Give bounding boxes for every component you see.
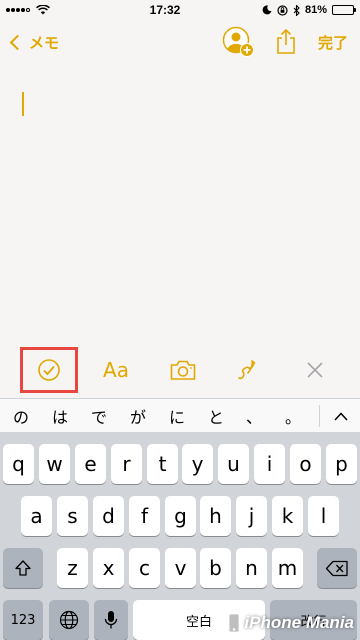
- add-people-button[interactable]: [222, 26, 254, 58]
- shift-key[interactable]: [3, 548, 43, 588]
- watermark: iPhone Mania: [227, 612, 354, 634]
- back-label: メモ: [29, 34, 60, 52]
- format-toolbar: Aa: [0, 342, 360, 398]
- prediction-item[interactable]: 。: [276, 399, 310, 433]
- key-c[interactable]: c: [129, 548, 160, 588]
- key-e[interactable]: e: [75, 444, 106, 484]
- prediction-item[interactable]: は: [43, 399, 77, 433]
- key-f[interactable]: f: [129, 496, 160, 536]
- prediction-item[interactable]: で: [82, 399, 116, 433]
- backspace-icon: [325, 560, 348, 576]
- status-time: 17:32: [149, 3, 181, 17]
- key-u[interactable]: u: [218, 444, 249, 484]
- key-v[interactable]: v: [165, 548, 196, 588]
- keyboard: q w e r t y u i o p a s d f g h j k l z …: [0, 432, 360, 640]
- key-i[interactable]: i: [254, 444, 285, 484]
- back-button[interactable]: メモ: [0, 32, 59, 53]
- globe-key[interactable]: [49, 600, 89, 640]
- status-bar: 17:32 81%: [0, 0, 360, 20]
- prediction-item[interactable]: 、: [237, 399, 271, 433]
- prediction-item[interactable]: の: [4, 399, 38, 433]
- key-r[interactable]: r: [111, 444, 142, 484]
- note-text-area[interactable]: [0, 64, 360, 341]
- key-k[interactable]: k: [272, 496, 303, 536]
- chevron-up-icon: [334, 411, 348, 421]
- key-a[interactable]: a: [21, 496, 52, 536]
- text-cursor: [22, 92, 24, 116]
- key-y[interactable]: y: [182, 444, 213, 484]
- key-w[interactable]: w: [39, 444, 70, 484]
- key-m[interactable]: m: [272, 548, 303, 588]
- prediction-item[interactable]: に: [160, 399, 194, 433]
- wifi-icon: [36, 5, 50, 15]
- rotation-lock-icon: [277, 4, 288, 16]
- sketch-button[interactable]: [225, 348, 269, 392]
- key-h[interactable]: h: [200, 496, 231, 536]
- prediction-divider: [319, 405, 320, 427]
- camera-icon: [170, 360, 196, 380]
- key-o[interactable]: o: [290, 444, 321, 484]
- key-n[interactable]: n: [236, 548, 267, 588]
- prediction-item[interactable]: が: [121, 399, 155, 433]
- checklist-button[interactable]: [27, 348, 71, 392]
- key-z[interactable]: z: [57, 548, 88, 588]
- key-j[interactable]: j: [236, 496, 267, 536]
- expand-predictions-button[interactable]: [324, 399, 358, 433]
- close-toolbar-button[interactable]: [293, 348, 337, 392]
- add-person-icon: [222, 26, 254, 57]
- shift-icon: [15, 560, 31, 576]
- key-q[interactable]: q: [3, 444, 34, 484]
- checklist-icon: [38, 359, 60, 381]
- key-s[interactable]: s: [57, 496, 88, 536]
- share-icon[interactable]: [276, 29, 296, 55]
- phone-logo-icon: [228, 612, 241, 634]
- key-x[interactable]: x: [93, 548, 124, 588]
- prediction-bar: の は で が に と 、 。: [0, 398, 360, 432]
- key-d[interactable]: d: [93, 496, 124, 536]
- chevron-left-icon: [9, 34, 26, 50]
- sketch-icon: [238, 360, 256, 380]
- camera-button[interactable]: [161, 348, 205, 392]
- key-t[interactable]: t: [147, 444, 178, 484]
- signal-icon: [6, 8, 30, 12]
- numbers-key[interactable]: 123: [3, 600, 43, 640]
- moon-icon: [262, 5, 272, 15]
- prediction-item[interactable]: と: [199, 399, 233, 433]
- key-p[interactable]: p: [326, 444, 357, 484]
- delete-key[interactable]: [317, 548, 357, 588]
- globe-icon: [59, 610, 79, 630]
- battery-icon: [331, 5, 356, 15]
- dictation-key[interactable]: [94, 600, 128, 640]
- key-g[interactable]: g: [165, 496, 196, 536]
- text-format-icon: Aa: [103, 358, 129, 382]
- key-b[interactable]: b: [200, 548, 231, 588]
- text-format-button[interactable]: Aa: [94, 348, 138, 392]
- close-icon: [307, 362, 323, 378]
- bluetooth-icon: [293, 4, 300, 16]
- key-l[interactable]: l: [308, 496, 339, 536]
- battery-percent: 81%: [304, 4, 327, 16]
- watermark-text: iPhone Mania: [244, 613, 354, 632]
- microphone-icon: [104, 611, 118, 629]
- nav-bar: メモ 完了: [0, 20, 360, 64]
- done-button[interactable]: 完了: [318, 32, 348, 53]
